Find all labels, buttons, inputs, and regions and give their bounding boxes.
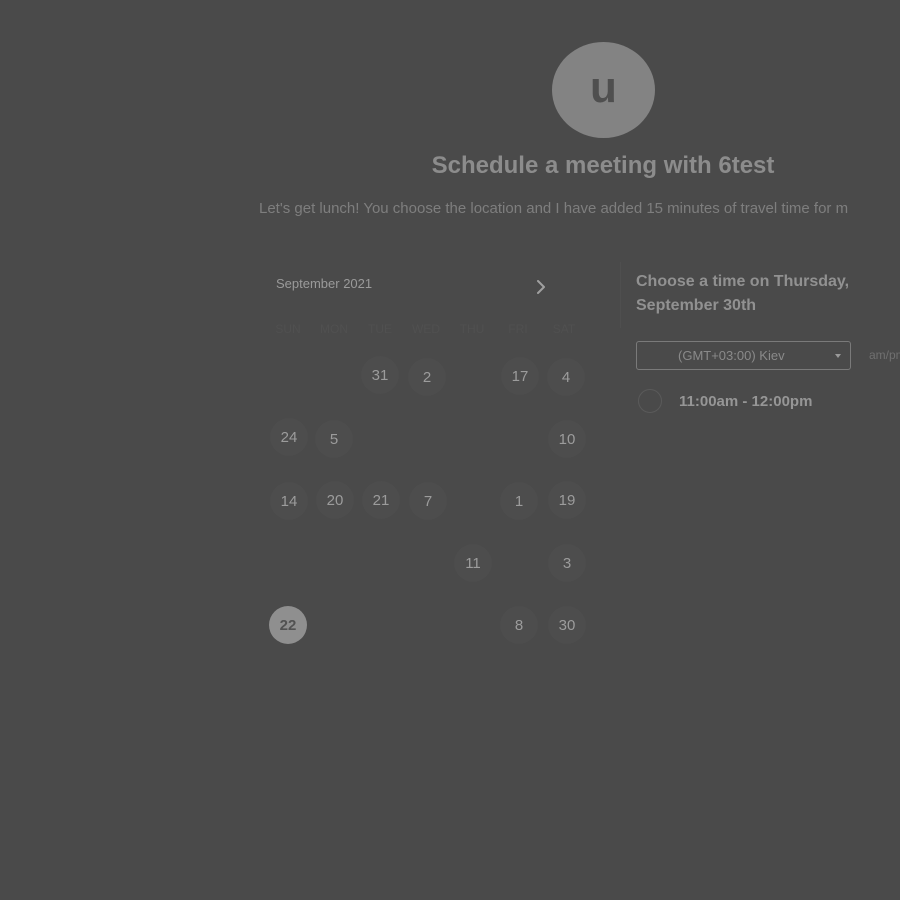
page-title: Schedule a meeting with 6test: [431, 152, 775, 179]
caret-down-icon: [835, 354, 841, 358]
next-month-button[interactable]: [528, 274, 554, 300]
calendar-day[interactable]: 24: [270, 418, 308, 456]
time-panel-title: Choose a time on Thursday, September 30t…: [636, 273, 850, 314]
weekday-label: MON: [320, 322, 348, 336]
chevron-right-icon: [537, 280, 545, 294]
calendar-day[interactable]: 4: [547, 358, 585, 396]
time-slot-label: 11:00am - 12:00pm: [679, 392, 813, 410]
calendar-day[interactable]: 31: [361, 356, 399, 394]
calendar-day[interactable]: 7: [409, 482, 447, 520]
calendar-day[interactable]: 1: [500, 482, 538, 520]
time-format-toggle[interactable]: am/pm: [869, 348, 900, 362]
calendar-day[interactable]: 5: [315, 420, 353, 458]
calendar-day[interactable]: 30: [548, 606, 586, 644]
weekday-label: THU: [459, 322, 485, 336]
calendar-day[interactable]: 19: [548, 481, 586, 519]
timezone-value: (GMT+03:00) Kiev: [678, 348, 785, 363]
weekday-label: SAT: [552, 322, 576, 336]
time-slot-radio[interactable]: [638, 389, 662, 413]
calendar-day[interactable]: 14: [270, 482, 308, 520]
weekday-header: SUN MON TUE WED THU FRI SAT: [265, 322, 590, 336]
calendar-day[interactable]: 10: [548, 420, 586, 458]
calendar-day[interactable]: 17: [501, 357, 539, 395]
avatar: u: [552, 42, 655, 138]
weekday-label: SUN: [275, 322, 301, 336]
calendar-day[interactable]: 3: [548, 544, 586, 582]
calendar-day-selected[interactable]: 22: [269, 606, 307, 644]
timezone-select[interactable]: (GMT+03:00) Kiev: [636, 341, 851, 370]
calendar-day[interactable]: 8: [500, 606, 538, 644]
calendar-day[interactable]: 11: [454, 544, 492, 582]
avatar-letter: u: [590, 63, 617, 112]
calendar-day[interactable]: 21: [362, 481, 400, 519]
calendar-month-label: September 2021: [276, 276, 373, 291]
calendar-day[interactable]: 20: [316, 481, 354, 519]
time-slot[interactable]: 11:00am - 12:00pm: [638, 389, 812, 413]
weekday-label: FRI: [508, 322, 528, 336]
meeting-description: Let's get lunch! You choose the location…: [259, 200, 849, 217]
panel-divider: [620, 262, 621, 328]
calendar-day[interactable]: 2: [408, 358, 446, 396]
weekday-label: TUE: [368, 322, 392, 336]
scheduling-page: u Schedule a meeting with 6test Let's ge…: [0, 0, 900, 900]
weekday-label: WED: [412, 322, 440, 336]
